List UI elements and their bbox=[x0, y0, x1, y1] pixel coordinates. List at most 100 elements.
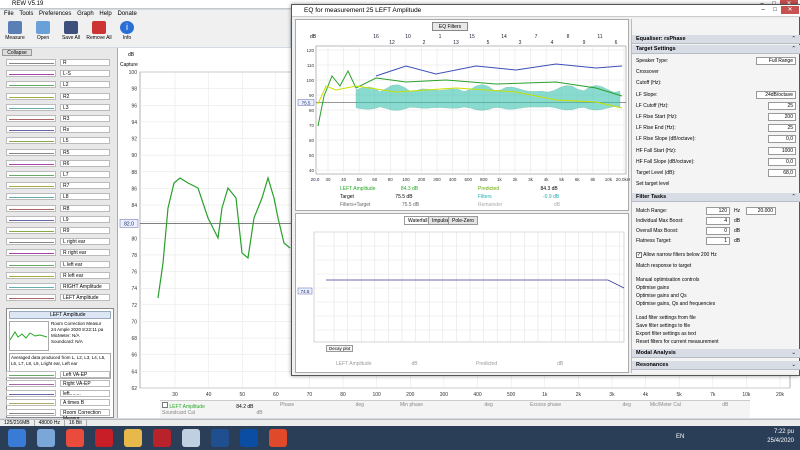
checkbox[interactable] bbox=[162, 402, 168, 408]
lower-legend-predicted[interactable]: Predicted dB bbox=[476, 361, 563, 367]
eq-legend-left-amplitude[interactable]: LEFT Amplitude 84.3 dB bbox=[340, 186, 418, 192]
files-icon[interactable] bbox=[124, 429, 142, 447]
eq-legend-target[interactable]: Target 75.5 dB bbox=[340, 194, 413, 200]
eq-legend-predicted[interactable]: Predicted 84.3 dB bbox=[478, 186, 558, 192]
filter-action[interactable]: Save filter settings to file bbox=[636, 323, 796, 330]
section-equaliser[interactable]: Equaliser: rsPhase ⌃ bbox=[632, 35, 800, 44]
measurement-row[interactable]: R bbox=[6, 58, 114, 68]
measurement-row[interactable]: L left ear bbox=[6, 260, 114, 270]
measurement-row[interactable]: L-S bbox=[6, 69, 114, 79]
legend-soundcard-cal[interactable]: Soundcard Cal dB bbox=[162, 410, 263, 416]
menu-donate[interactable]: Donate bbox=[117, 10, 136, 19]
measurement-row[interactable]: R2 bbox=[6, 92, 114, 102]
measurement-row[interactable]: L9 bbox=[6, 215, 114, 225]
measurement-row[interactable]: L8 bbox=[6, 192, 114, 202]
field-value[interactable]: 1000 bbox=[768, 146, 796, 155]
measurement-row[interactable]: LEFT Amplitude bbox=[6, 293, 114, 303]
collapse-button[interactable]: Collapse bbox=[2, 49, 32, 56]
measurement-row[interactable]: A times B bbox=[6, 398, 114, 408]
field-value[interactable]: 0 bbox=[706, 227, 730, 235]
measurement-row[interactable]: R7 bbox=[6, 181, 114, 191]
filter-action[interactable]: Optimise gains, Qs and frequencies bbox=[636, 301, 796, 308]
match-range-from[interactable]: 120 bbox=[706, 207, 730, 215]
system-clock[interactable]: 7:22 pu 25/4/2020 bbox=[767, 428, 794, 446]
filter-action[interactable]: Optimise gains bbox=[636, 285, 796, 292]
filter-action[interactable]: Load filter settings from file bbox=[636, 315, 796, 322]
eq-upper-graph[interactable]: EQ Filters dB 120 110 100 90 80 70 60 50 40 30 40 5… bbox=[295, 19, 630, 211]
media-icon[interactable] bbox=[211, 429, 229, 447]
eq-lower-graph[interactable]: Waterfall Impulse Pole-Zero 74.5 Decay p… bbox=[295, 213, 629, 373]
menu-help[interactable]: Help bbox=[99, 10, 111, 19]
measurement-row[interactable]: left........ bbox=[6, 389, 114, 399]
filter-action[interactable]: Manual optimisation controls bbox=[636, 277, 796, 284]
field-value[interactable]: 1 bbox=[706, 237, 730, 245]
measurement-row[interactable]: R3 bbox=[6, 114, 114, 124]
calc-icon[interactable] bbox=[153, 429, 171, 447]
section-target-settings[interactable]: Target Settings ⌃ bbox=[632, 45, 800, 54]
lower-legend-left-amplitude[interactable]: LEFT Amplitude dB bbox=[336, 361, 418, 367]
player-icon[interactable] bbox=[269, 429, 287, 447]
narrow-filters-row[interactable]: ✓ Allow narrow filters below 200 Hz bbox=[636, 251, 796, 259]
menu-graph[interactable]: Graph bbox=[77, 10, 94, 19]
save-all-button[interactable]: Save All bbox=[58, 21, 84, 41]
measurement-row[interactable]: L right ear bbox=[6, 237, 114, 247]
filter-action[interactable]: Export filter settings as text bbox=[636, 331, 796, 338]
measurement-row[interactable]: R9 bbox=[6, 226, 114, 236]
decay-plot-button[interactable]: Decay plot bbox=[326, 345, 354, 352]
field-value[interactable]: 200 bbox=[768, 113, 796, 121]
eq-legend-filters[interactable]: Filters -0.9 dB bbox=[478, 194, 559, 200]
eq-legend-filters-target[interactable]: Filters+Target 75.5 dB bbox=[340, 202, 419, 208]
legend-excess-phase[interactable]: Excess phase deg bbox=[530, 402, 631, 408]
section-filter-tasks[interactable]: Filter Tasks ⌃ bbox=[632, 193, 800, 202]
legend-left-amplitude[interactable]: LEFT Amplitude 84.2 dB bbox=[162, 402, 254, 410]
filter-action[interactable]: Match response to target bbox=[636, 263, 796, 270]
legend-phase[interactable]: Phase deg bbox=[280, 402, 364, 408]
measurement-row[interactable]: Room Correction Measur bbox=[6, 408, 114, 422]
language-indicator[interactable]: EN bbox=[676, 434, 684, 440]
narrow-filters-checkbox[interactable]: ✓ bbox=[636, 251, 642, 258]
open-button[interactable]: Open bbox=[30, 21, 56, 41]
measure-button[interactable]: Measure bbox=[2, 21, 28, 41]
legend-mic-cal[interactable]: Mic/Meter Cal dB bbox=[650, 402, 728, 408]
field-value[interactable]: 24dB/octave bbox=[756, 90, 796, 99]
field-value[interactable]: 0,0 bbox=[768, 157, 796, 166]
minimize-button[interactable]: – bbox=[757, 6, 769, 14]
eq-legend-remainder[interactable]: Remainder dB bbox=[478, 202, 560, 208]
measurement-row[interactable]: Left VA-EP bbox=[6, 370, 114, 380]
measurement-row[interactable]: L2 bbox=[6, 80, 114, 90]
section-modal-analysis[interactable]: Modal Analysis ⌄ bbox=[632, 349, 800, 358]
measurement-row[interactable]: R6 bbox=[6, 159, 114, 169]
maximize-button[interactable]: □ bbox=[769, 6, 781, 14]
measurement-row[interactable]: R8 bbox=[6, 204, 114, 214]
field-value[interactable]: 68,0 bbox=[768, 169, 796, 177]
measurement-row[interactable]: RIGHT Amplitude bbox=[6, 282, 114, 292]
menu-preferences[interactable]: Preferences bbox=[39, 10, 71, 19]
start-icon[interactable] bbox=[8, 429, 26, 447]
measurement-row[interactable]: R left ear bbox=[6, 271, 114, 281]
explorer-icon[interactable] bbox=[37, 429, 55, 447]
measurement-row[interactable]: L7 bbox=[6, 170, 114, 180]
menu-file[interactable]: File bbox=[4, 10, 14, 19]
section-resonances[interactable]: Resonances ⌄ bbox=[632, 361, 800, 370]
rew-icon[interactable] bbox=[240, 429, 258, 447]
field-value[interactable]: 4 bbox=[706, 217, 730, 225]
measurement-row[interactable]: L5 bbox=[6, 136, 114, 146]
measurement-row[interactable]: R right ear bbox=[6, 248, 114, 258]
field-value[interactable]: Full Range bbox=[756, 57, 796, 65]
opera-icon[interactable] bbox=[95, 429, 113, 447]
filter-action[interactable]: Reset filters for current measurement bbox=[636, 339, 796, 346]
remove-all-button[interactable]: Remove All bbox=[86, 21, 112, 41]
measurement-row[interactable]: L3 bbox=[6, 103, 114, 113]
info-button[interactable]: i Info bbox=[114, 21, 140, 41]
measurement-row[interactable]: Right VA-EP bbox=[6, 379, 114, 389]
filter-action[interactable]: Optimise gains and Qs bbox=[636, 293, 796, 300]
measurement-row[interactable]: Rs bbox=[6, 125, 114, 135]
field-value[interactable]: 25 bbox=[768, 101, 796, 110]
paint-icon[interactable] bbox=[182, 429, 200, 447]
measurement-row[interactable]: R5 bbox=[6, 148, 114, 158]
match-range-to[interactable]: 20.000 bbox=[746, 207, 776, 215]
menu-tools[interactable]: Tools bbox=[19, 10, 33, 19]
close-button[interactable]: ✕ bbox=[781, 6, 799, 14]
chrome-icon[interactable] bbox=[66, 429, 84, 447]
legend-min-phase[interactable]: Min phase deg bbox=[400, 402, 493, 408]
